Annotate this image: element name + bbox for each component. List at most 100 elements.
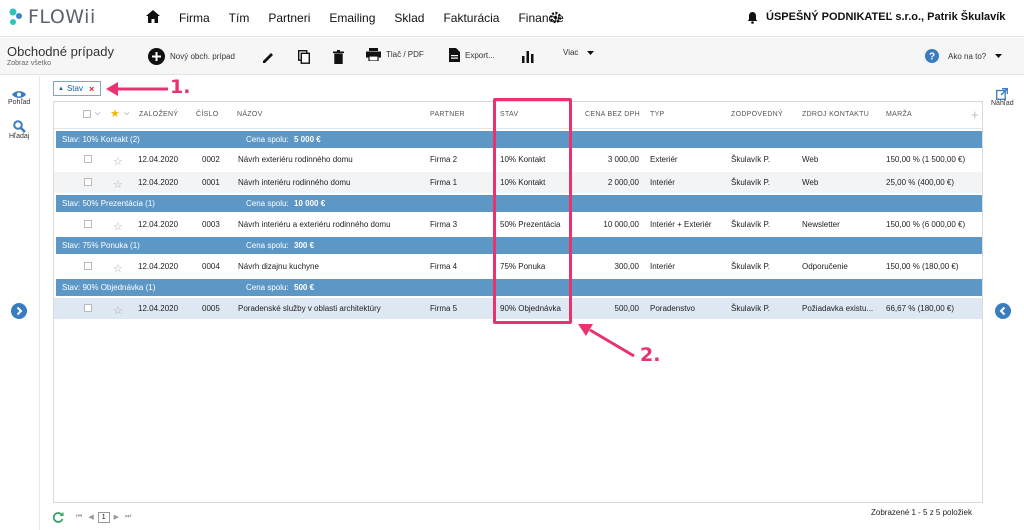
group-title: Stav: 10% Kontakt (2) — [62, 135, 140, 144]
print-pdf-button[interactable]: Tlač / PDF — [366, 48, 424, 61]
pencil-icon[interactable] — [262, 51, 275, 64]
col-header-owner[interactable]: ZODPOVEDNÝ — [731, 111, 783, 118]
chevron-down-icon[interactable]: ⌵ — [124, 110, 130, 118]
export-button[interactable]: Export... — [449, 48, 495, 62]
row-checkbox[interactable] — [84, 178, 92, 186]
col-header-created[interactable]: ZALOŽENÝ — [139, 111, 178, 118]
menu-item-emailing[interactable]: Emailing — [329, 11, 375, 25]
star-outline-icon[interactable]: ☆ — [113, 262, 123, 275]
toolbar: Obchodné prípady Zobraz všetko Nový obch… — [0, 38, 1024, 75]
cell-price: 500,00 — [614, 304, 639, 313]
annotation-label-2: 2. — [640, 344, 661, 366]
menu-item-tim[interactable]: Tím — [229, 11, 250, 25]
menu-item-partneri[interactable]: Partneri — [268, 11, 310, 25]
trash-icon[interactable] — [333, 50, 344, 64]
logo-icon — [9, 8, 22, 25]
star-outline-icon[interactable]: ☆ — [113, 155, 123, 168]
row-checkbox[interactable] — [84, 262, 92, 270]
menu-item-firma[interactable]: Firma — [179, 11, 210, 25]
col-header-number[interactable]: ČÍSLO — [196, 111, 219, 118]
row-checkbox[interactable] — [84, 220, 92, 228]
group-total: 500 € — [294, 283, 315, 292]
cell-owner: Škulavík P. — [731, 220, 770, 229]
external-link-icon — [996, 88, 1009, 100]
current-page[interactable]: 1 — [97, 511, 110, 523]
cell-created: 12.04.2020 — [138, 178, 179, 187]
cell-partner: Firma 2 — [430, 155, 458, 164]
bell-icon[interactable] — [747, 11, 758, 24]
group-title: Stav: 50% Prezentácia (1) — [62, 199, 155, 208]
prev-page-icon[interactable]: ◀ — [88, 513, 93, 521]
cell-name: Návrh interiéru a exteriéru rodinného do… — [238, 220, 391, 229]
cell-partner: Firma 3 — [430, 220, 458, 229]
view-button[interactable]: Pohľad — [8, 90, 30, 106]
star-outline-icon[interactable]: ☆ — [113, 304, 123, 317]
cell-number: 0003 — [202, 220, 220, 229]
menu-item-sklad[interactable]: Sklad — [394, 11, 424, 25]
help-dropdown[interactable]: ? Ako na to? — [925, 49, 1003, 63]
filter-chip-status[interactable]: ▲ Stav × — [53, 81, 101, 96]
row-checkbox[interactable] — [84, 304, 92, 312]
logo[interactable]: FLOWii — [8, 6, 96, 28]
cell-source: Požiadavka existu... — [802, 304, 874, 313]
next-page-icon[interactable]: ▶ — [114, 513, 119, 521]
search-button[interactable]: Hľadaj — [9, 120, 29, 140]
caret-down-icon — [587, 50, 595, 55]
printer-icon — [366, 48, 381, 61]
group-total-label: Cena spolu: — [246, 199, 289, 208]
preview-label: Náhľad — [991, 100, 1014, 107]
gear-icon[interactable] — [549, 11, 562, 24]
more-dropdown[interactable]: Viac — [563, 48, 595, 57]
group-total: 5 000 € — [294, 135, 321, 144]
svg-text:?: ? — [929, 52, 935, 63]
star-outline-icon[interactable]: ☆ — [113, 220, 123, 233]
cell-name: Návrh exteriéru rodinného domu — [238, 155, 353, 164]
cell-owner: Škulavík P. — [731, 155, 770, 164]
last-page-icon[interactable]: ⏭ — [125, 513, 131, 521]
group-total: 300 € — [294, 241, 315, 250]
col-header-source[interactable]: ZDROJ KONTAKTU — [802, 111, 869, 118]
cell-margin: 150,00 % (1 500,00 €) — [886, 155, 966, 164]
cell-source: Odporučenie — [802, 262, 848, 271]
col-header-margin[interactable]: MARŽA — [886, 111, 912, 118]
cell-type: Exteriér — [650, 155, 678, 164]
copy-icon[interactable] — [298, 50, 310, 64]
row-checkbox[interactable] — [84, 155, 92, 163]
more-label: Viac — [563, 48, 579, 57]
group-total-label: Cena spolu: — [246, 283, 289, 292]
preview-button[interactable]: Náhľad — [991, 88, 1014, 107]
cell-margin: 25,00 % (400,00 €) — [886, 178, 955, 187]
col-header-partner[interactable]: PARTNER — [430, 111, 465, 118]
right-sidebar: Náhľad — [986, 76, 1024, 530]
group-total-label: Cena spolu: — [246, 241, 289, 250]
remove-filter-icon[interactable]: × — [89, 84, 94, 94]
refresh-icon[interactable] — [52, 511, 64, 523]
cell-created: 12.04.2020 — [138, 304, 179, 313]
add-column-icon[interactable]: + — [971, 107, 979, 122]
cell-source: Web — [802, 155, 819, 164]
annotation-highlight-box — [493, 98, 572, 324]
col-header-price[interactable]: CENA BEZ DPH — [585, 111, 640, 118]
col-header-type[interactable]: TYP — [650, 111, 665, 118]
star-outline-icon[interactable]: ☆ — [113, 178, 123, 191]
bar-chart-icon[interactable] — [522, 51, 534, 63]
select-all-checkbox[interactable] — [83, 110, 91, 118]
expand-right-icon[interactable] — [11, 303, 27, 319]
first-page-icon[interactable]: ⏮ — [76, 513, 82, 521]
cell-type: Interiér — [650, 178, 675, 187]
search-label: Hľadaj — [9, 133, 30, 140]
collapse-left-icon[interactable] — [995, 303, 1011, 319]
col-header-name[interactable]: NÁZOV — [237, 111, 263, 118]
chevron-down-icon[interactable]: ⌵ — [95, 110, 101, 118]
company-user-label[interactable]: ÚSPEŠNÝ PODNIKATEĽ s.r.o., Patrik Škulav… — [766, 11, 1005, 23]
cell-created: 12.04.2020 — [138, 220, 179, 229]
annotation-label-1: 1. — [170, 76, 191, 98]
home-icon[interactable] — [146, 10, 160, 23]
cell-partner: Firma 4 — [430, 262, 458, 271]
new-case-button[interactable]: Nový obch. prípad — [148, 48, 235, 65]
cell-owner: Škulavík P. — [731, 178, 770, 187]
star-filled-icon[interactable]: ★ — [110, 107, 120, 120]
cell-type: Poradenstvo — [650, 304, 695, 313]
menu-item-fakturacia[interactable]: Fakturácia — [443, 11, 499, 25]
cell-number: 0005 — [202, 304, 220, 313]
